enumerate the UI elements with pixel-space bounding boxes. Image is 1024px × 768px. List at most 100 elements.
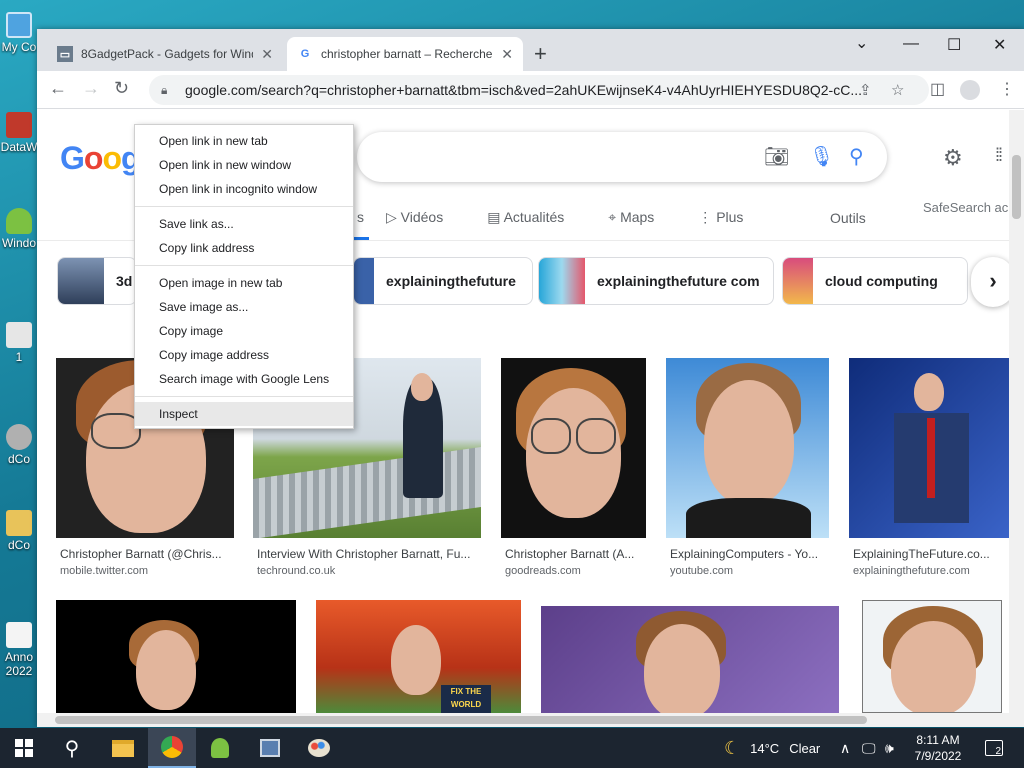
result-title-5[interactable]: ExplainingTheFuture.co...	[853, 547, 1003, 561]
mic-icon[interactable]: 🎙︎	[809, 144, 834, 169]
desktop-icon-anno[interactable]: Anno 2022	[0, 622, 38, 678]
browser-window: ▭ 8GadgetPack - Gadgets for Wind ✕ G chr…	[37, 29, 1024, 727]
result-source-5[interactable]: explainingthefuture.com	[853, 565, 970, 577]
bookmark-star-icon[interactable]: ☆	[891, 81, 904, 99]
chip-thumbnail	[58, 258, 104, 304]
desktop-icon-windows[interactable]: Windo	[0, 208, 38, 250]
safesearch-label[interactable]: SafeSearch ac	[923, 200, 1008, 215]
url-text[interactable]: google.com/search?q=christopher+barnatt&…	[185, 82, 865, 98]
menu-open-link-incognito[interactable]: Open link in incognito window	[135, 177, 353, 201]
weather-widget[interactable]: ☾ 14°C Clear	[724, 728, 820, 768]
menu-separator	[135, 396, 353, 397]
paint-taskbar-icon[interactable]	[295, 728, 343, 768]
menu-open-link-new-tab[interactable]: Open link in new tab	[135, 129, 353, 153]
gear-icon	[6, 424, 32, 450]
tab-videos[interactable]: ▷ Vidéos	[386, 209, 465, 239]
desktop-icon-file[interactable]: 1	[0, 322, 38, 364]
side-panel-icon[interactable]: ◫	[930, 79, 945, 99]
forward-icon[interactable]: →	[82, 78, 100, 99]
tab-images-partial[interactable]: s	[357, 209, 364, 239]
result-title-3[interactable]: Christopher Barnatt (A...	[505, 547, 650, 561]
volume-icon[interactable]: 🕪︎	[885, 728, 894, 768]
chip-3d[interactable]: 3d	[57, 257, 137, 305]
desktop-icon-dco2[interactable]: dCo	[0, 510, 38, 552]
tab-maps[interactable]: ⌖ Maps	[608, 209, 676, 239]
network-icon[interactable]: 🖵︎	[862, 728, 876, 768]
desktop-icon-computer[interactable]: My Co	[0, 12, 38, 54]
tab-news[interactable]: ▤ Actualités	[487, 209, 586, 239]
profile-avatar-icon[interactable]	[960, 80, 980, 100]
taskbar-search-icon[interactable]: ⚲	[48, 728, 96, 768]
menu-copy-image-address[interactable]: Copy image address	[135, 343, 353, 367]
chip-explainingthefuture[interactable]: explainingthefuture	[353, 257, 533, 305]
result-source-1[interactable]: mobile.twitter.com	[60, 565, 148, 577]
menu-save-link-as[interactable]: Save link as...	[135, 212, 353, 236]
result-image-6[interactable]	[56, 600, 296, 713]
gadget-taskbar-icon[interactable]	[246, 728, 294, 768]
close-tab-icon[interactable]: ✕	[501, 46, 513, 63]
file-icon	[6, 322, 32, 348]
vertical-scroll-thumb[interactable]	[1012, 155, 1021, 219]
menu-copy-link-address[interactable]: Copy link address	[135, 236, 353, 260]
tab-8gadgetpack[interactable]: ▭ 8GadgetPack - Gadgets for Wind ✕	[47, 37, 283, 71]
tray-chevron-icon[interactable]: ∧	[840, 728, 850, 768]
menu-save-image-as[interactable]: Save image as...	[135, 295, 353, 319]
tools-button[interactable]: Outils	[830, 210, 866, 226]
notification-center-icon[interactable]: 2	[985, 728, 1003, 768]
minimize-button[interactable]: —	[903, 35, 919, 53]
horizontal-scrollbar[interactable]	[37, 713, 1009, 727]
result-image-8[interactable]	[541, 606, 839, 713]
result-image-9[interactable]	[862, 600, 1002, 713]
desktop-icon-dataw[interactable]: DataW	[0, 112, 38, 154]
chip-explainingthefuture-com[interactable]: explainingthefuture com	[538, 257, 774, 305]
clock[interactable]: 8:11 AM 7/9/2022	[908, 728, 968, 768]
tab-google-search[interactable]: G christopher barnatt – Recherche ✕	[287, 37, 523, 71]
result-source-4[interactable]: youtube.com	[670, 565, 733, 577]
result-image-5[interactable]	[849, 358, 1009, 538]
more-menu-icon[interactable]: ⋮	[999, 79, 1015, 99]
start-button[interactable]	[0, 728, 48, 768]
close-window-button[interactable]: ✕	[993, 35, 1006, 55]
settings-gear-icon[interactable]: ⚙	[943, 145, 963, 171]
menu-separator	[135, 206, 353, 207]
search-box[interactable]: 📷︎ 🎙︎ ⚲	[357, 132, 887, 182]
menu-open-link-new-window[interactable]: Open link in new window	[135, 153, 353, 177]
reload-icon[interactable]: ↻	[114, 78, 129, 99]
menu-inspect[interactable]: Inspect	[135, 402, 353, 426]
maximize-button[interactable]: ☐	[947, 35, 961, 55]
result-title-1[interactable]: Christopher Barnatt (@Chris...	[60, 547, 230, 561]
tab-search-icon[interactable]: ⌄	[855, 33, 868, 53]
search-icon[interactable]: ⚲	[849, 144, 864, 169]
desktop-icon-dco1[interactable]: dCo	[0, 424, 38, 466]
chip-cloud-computing[interactable]: cloud computing	[782, 257, 968, 305]
vertical-scrollbar[interactable]	[1009, 110, 1024, 727]
file-explorer-icon[interactable]	[99, 728, 147, 768]
result-source-2[interactable]: techround.co.uk	[257, 565, 335, 577]
back-icon[interactable]: ←	[49, 78, 67, 99]
result-image-3[interactable]	[501, 358, 646, 538]
result-image-7[interactable]: FIX THE WORLD	[316, 600, 521, 713]
address-bar[interactable]: 🔒︎ google.com/search?q=christopher+barna…	[149, 75, 929, 105]
new-tab-button[interactable]: +	[534, 41, 547, 67]
apps-grid-icon[interactable]: ⁞⁞	[995, 145, 1003, 166]
share-icon[interactable]: ⇪	[859, 81, 872, 99]
chip-thumbnail	[354, 258, 374, 304]
tab-strip: ▭ 8GadgetPack - Gadgets for Wind ✕ G chr…	[37, 29, 1024, 71]
close-tab-icon[interactable]: ✕	[261, 46, 273, 63]
menu-open-image-new-tab[interactable]: Open image in new tab	[135, 271, 353, 295]
book-cover: FIX THE WORLD	[441, 685, 491, 713]
chrome-taskbar-icon[interactable]	[148, 728, 196, 768]
tab-more[interactable]: ⋮ Plus	[698, 209, 765, 239]
horizontal-scroll-thumb[interactable]	[55, 716, 867, 724]
result-image-4[interactable]	[666, 358, 829, 538]
camera-icon[interactable]: 📷︎	[764, 144, 789, 169]
result-source-3[interactable]: goodreads.com	[505, 565, 581, 577]
result-title-2[interactable]: Interview With Christopher Barnatt, Fu..…	[257, 547, 485, 561]
android-taskbar-icon[interactable]	[196, 728, 244, 768]
menu-copy-image[interactable]: Copy image	[135, 319, 353, 343]
result-title-4[interactable]: ExplainingComputers - Yo...	[670, 547, 830, 561]
context-menu: Open link in new tab Open link in new wi…	[134, 124, 354, 429]
search-nav-tabs: s ▷ Vidéos ▤ Actualités ⌖ Maps ⋮ Plus	[357, 209, 787, 239]
menu-search-google-lens[interactable]: Search image with Google Lens	[135, 367, 353, 391]
chips-next-chevron-icon[interactable]: ›	[971, 257, 1009, 307]
